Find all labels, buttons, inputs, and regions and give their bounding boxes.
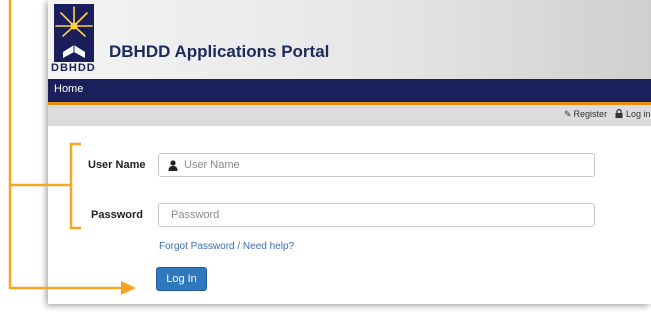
utility-bar: ✎ Register Log in	[48, 105, 651, 126]
login-label: Log in	[626, 109, 651, 119]
page-header: DBHDD DBHDD Applications Portal	[48, 0, 651, 79]
forgot-password-link[interactable]: Forgot Password / Need help?	[159, 241, 294, 252]
dbhdd-logo[interactable]: DBHDD	[51, 4, 101, 75]
logo-wordmark: DBHDD	[51, 62, 96, 74]
main-navbar: Home	[48, 79, 651, 105]
lock-icon	[615, 108, 623, 118]
username-label: User Name	[88, 159, 146, 171]
password-input[interactable]	[159, 204, 594, 226]
login-link[interactable]: Log in	[615, 108, 651, 119]
register-label: Register	[573, 109, 608, 119]
browser-window: DBHDD DBHDD Applications Portal Home ✎ Re…	[48, 0, 651, 304]
username-field[interactable]	[158, 153, 595, 177]
login-button[interactable]: Log In	[156, 267, 207, 291]
password-label: Password	[91, 209, 143, 221]
register-link[interactable]: ✎ Register	[564, 109, 607, 120]
page-title: DBHDD Applications Portal	[109, 42, 330, 61]
sunburst-book-icon	[54, 4, 94, 62]
nav-home-link[interactable]: Home	[54, 83, 83, 95]
password-field[interactable]	[158, 203, 595, 227]
username-input[interactable]	[159, 154, 594, 176]
pencil-icon: ✎	[564, 109, 572, 119]
